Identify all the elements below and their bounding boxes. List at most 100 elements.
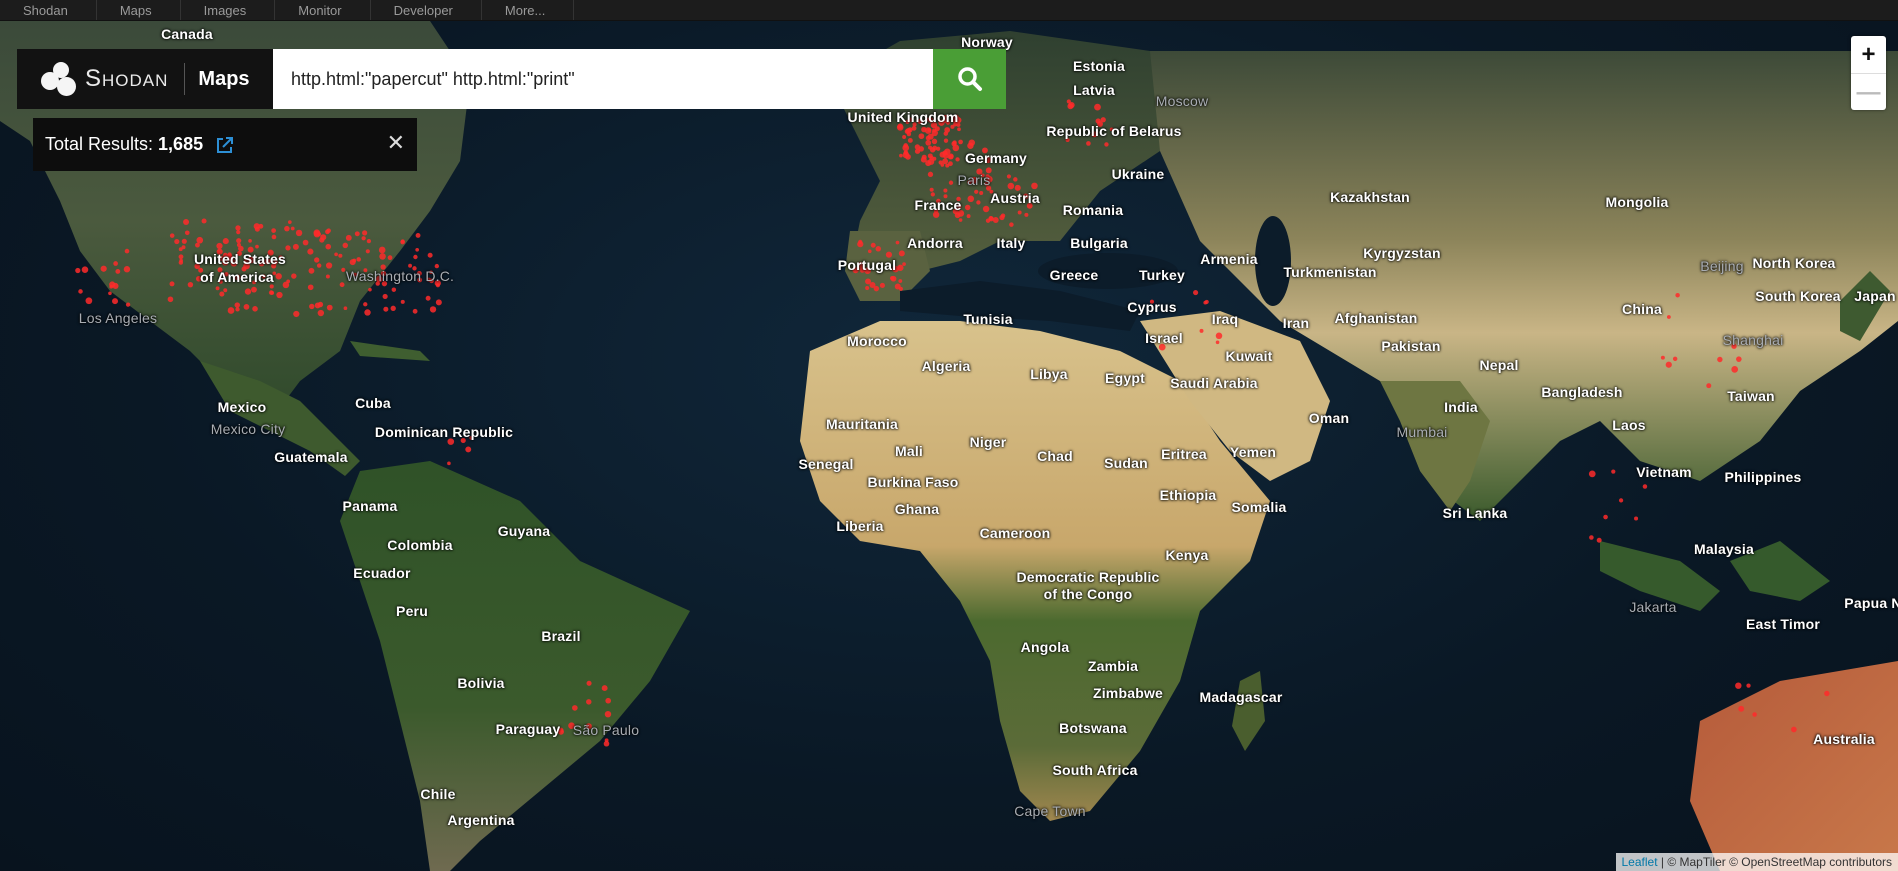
result-marker[interactable] (966, 214, 971, 219)
result-marker[interactable] (948, 180, 954, 185)
result-marker[interactable] (302, 239, 309, 246)
result-marker[interactable] (307, 248, 314, 255)
result-marker[interactable] (325, 243, 332, 250)
result-marker[interactable] (967, 195, 975, 203)
result-marker[interactable] (85, 297, 93, 305)
external-link-icon[interactable] (215, 135, 235, 155)
zoom-out-button[interactable]: — (1851, 73, 1886, 110)
result-marker[interactable] (865, 286, 870, 291)
result-marker[interactable] (865, 278, 872, 285)
result-marker[interactable] (216, 242, 223, 250)
result-marker[interactable] (921, 154, 927, 160)
result-marker[interactable] (379, 253, 386, 260)
result-marker[interactable] (415, 247, 420, 252)
result-marker[interactable] (902, 134, 907, 139)
result-marker[interactable] (948, 154, 954, 160)
result-marker[interactable] (1791, 726, 1797, 733)
result-marker[interactable] (227, 307, 235, 314)
result-marker[interactable] (879, 282, 885, 289)
result-marker[interactable] (275, 273, 282, 280)
result-marker[interactable] (925, 139, 932, 146)
result-marker[interactable] (1215, 340, 1220, 345)
result-marker[interactable] (75, 267, 81, 274)
result-marker[interactable] (234, 302, 241, 308)
result-marker[interactable] (181, 245, 186, 250)
shodan-brand[interactable]: Shodan Maps (17, 49, 273, 109)
result-marker[interactable] (341, 267, 346, 272)
result-marker[interactable] (363, 302, 368, 307)
result-marker[interactable] (187, 281, 194, 288)
result-marker[interactable] (902, 151, 910, 159)
result-marker[interactable] (201, 218, 207, 224)
result-marker[interactable] (604, 710, 612, 718)
result-marker[interactable] (123, 266, 131, 273)
result-marker[interactable] (113, 261, 118, 266)
nav-shodan[interactable]: Shodan (0, 0, 97, 20)
result-marker[interactable] (943, 131, 949, 136)
result-marker[interactable] (1588, 470, 1596, 478)
result-marker[interactable] (1731, 365, 1739, 373)
result-marker[interactable] (1024, 212, 1029, 217)
result-marker[interactable] (1204, 299, 1209, 304)
result-marker[interactable] (112, 298, 119, 305)
result-marker[interactable] (911, 125, 917, 131)
result-marker[interactable] (196, 236, 204, 244)
result-marker[interactable] (124, 248, 130, 254)
result-marker[interactable] (251, 286, 257, 293)
zoom-in-button[interactable]: + (1851, 36, 1886, 73)
result-marker[interactable] (338, 253, 343, 258)
result-marker[interactable] (1752, 712, 1757, 717)
result-marker[interactable] (219, 291, 225, 297)
result-marker[interactable] (968, 139, 975, 146)
result-marker[interactable] (1618, 498, 1624, 503)
result-marker[interactable] (889, 275, 895, 281)
result-marker[interactable] (109, 284, 114, 289)
result-marker[interactable] (412, 308, 418, 314)
result-marker[interactable] (167, 296, 174, 303)
result-marker[interactable] (586, 699, 592, 705)
result-marker[interactable] (1736, 356, 1742, 362)
result-marker[interactable] (334, 252, 338, 257)
result-marker[interactable] (947, 161, 953, 167)
result-marker[interactable] (236, 238, 242, 244)
result-marker[interactable] (899, 153, 903, 158)
result-marker[interactable] (383, 306, 389, 312)
result-marker[interactable] (293, 310, 300, 318)
result-marker[interactable] (78, 289, 83, 294)
result-marker[interactable] (927, 128, 932, 132)
result-marker[interactable] (1104, 142, 1109, 147)
result-marker[interactable] (1199, 328, 1204, 333)
leaflet-link[interactable]: Leaflet (1622, 855, 1658, 869)
result-marker[interactable] (425, 295, 431, 301)
result-marker[interactable] (258, 223, 264, 229)
result-marker[interactable] (938, 160, 943, 165)
result-marker[interactable] (1746, 683, 1751, 688)
result-marker[interactable] (271, 234, 277, 240)
result-marker[interactable] (1009, 222, 1014, 227)
result-marker[interactable] (243, 304, 250, 310)
result-marker[interactable] (943, 138, 949, 143)
result-marker[interactable] (181, 238, 187, 244)
result-marker[interactable] (918, 133, 925, 140)
result-marker[interactable] (894, 283, 901, 290)
result-marker[interactable] (988, 216, 994, 222)
result-marker[interactable] (235, 307, 240, 312)
result-marker[interactable] (1006, 174, 1012, 179)
result-marker[interactable] (248, 239, 252, 243)
result-marker[interactable] (319, 237, 325, 243)
result-marker[interactable] (343, 306, 348, 311)
result-marker[interactable] (954, 212, 961, 219)
result-marker[interactable] (1717, 356, 1723, 363)
result-marker[interactable] (601, 685, 608, 692)
result-marker[interactable] (378, 246, 386, 254)
result-marker[interactable] (932, 156, 937, 161)
result-marker[interactable] (223, 288, 228, 293)
result-marker[interactable] (252, 306, 258, 312)
result-marker[interactable] (387, 255, 393, 261)
result-marker[interactable] (1642, 484, 1648, 489)
result-marker[interactable] (1735, 682, 1742, 689)
nav-maps[interactable]: Maps (97, 0, 181, 20)
result-marker[interactable] (400, 299, 405, 304)
result-marker[interactable] (100, 265, 107, 272)
result-marker[interactable] (390, 305, 396, 312)
